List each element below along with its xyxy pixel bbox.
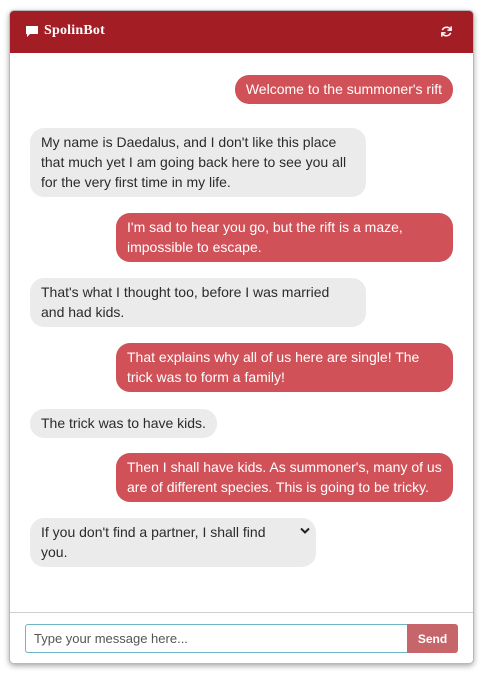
message-input[interactable] — [25, 624, 407, 653]
chat-window: SpolinBot Welcome to the summoner's rift… — [9, 10, 474, 664]
app-title: SpolinBot — [44, 23, 105, 38]
bot-message: I'm sad to hear you go, but the rift is … — [116, 213, 453, 262]
composer: Send — [10, 612, 473, 663]
chevron-down-icon[interactable] — [300, 527, 310, 535]
send-button[interactable]: Send — [407, 624, 458, 653]
message-list[interactable]: Welcome to the summoner's rift My name i… — [10, 53, 473, 611]
user-message: That's what I thought too, before I was … — [30, 278, 366, 327]
user-message: If you don't find a partner, I shall fin… — [30, 518, 316, 567]
refresh-icon[interactable] — [440, 25, 453, 38]
chat-bubble-icon — [26, 26, 38, 37]
bot-message: That explains why all of us here are sin… — [116, 343, 453, 392]
chat-header: SpolinBot — [10, 11, 473, 53]
user-message: The trick was to have kids. — [30, 409, 217, 438]
bot-message: Welcome to the summoner's rift — [234, 75, 453, 104]
bot-message: Then I shall have kids. As summoner's, m… — [116, 453, 453, 502]
user-message: My name is Daedalus, and I don't like th… — [30, 128, 366, 197]
user-message-text: If you don't find a partner, I shall fin… — [41, 524, 266, 560]
